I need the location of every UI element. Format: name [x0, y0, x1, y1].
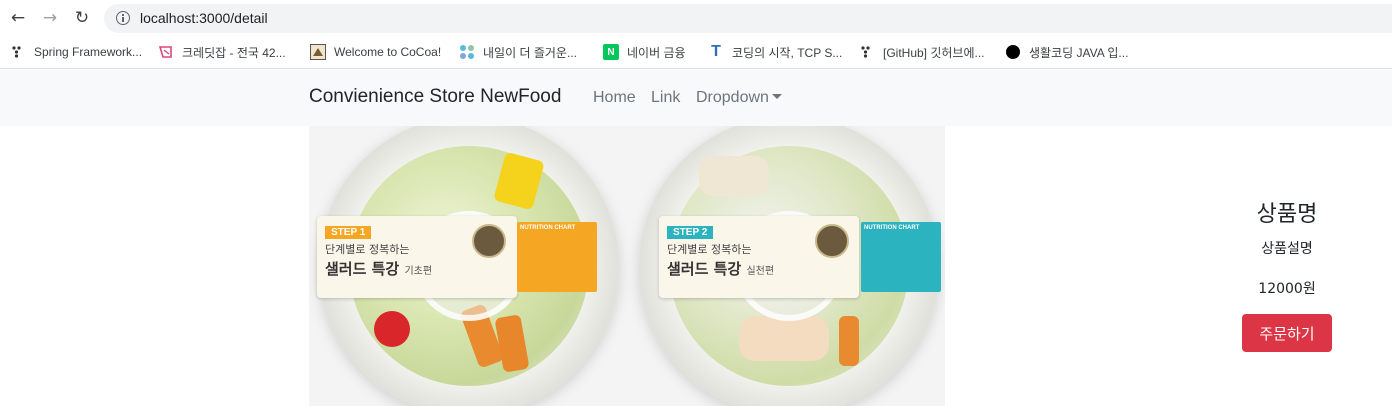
opentutorials-icon: [1005, 44, 1021, 60]
github-icon: [859, 44, 875, 60]
bookmark-tcp[interactable]: T 코딩의 시작, TCP S...: [708, 42, 842, 62]
tcp-icon: T: [711, 43, 721, 60]
step1-tag: STEP 1: [325, 226, 372, 239]
bookmark-naver[interactable]: N 네이버 금융: [603, 42, 686, 62]
address-bar[interactable]: localhost:3000/detail: [104, 4, 1392, 33]
bookmark-opentutorials[interactable]: 생활코딩 JAVA 입...: [1005, 42, 1128, 62]
nav-dropdown-toggle[interactable]: Dropdown: [696, 89, 782, 107]
nutrition-chart-2: NUTRITION CHART: [861, 222, 941, 292]
spring-icon: [10, 44, 26, 60]
product-image: STEP 1 단계별로 정복하는 샐러드 특강 기초편 NUTRITION CH…: [309, 126, 945, 406]
bookmark-label: Spring Framework...: [34, 45, 143, 59]
forward-arrow-icon[interactable]: →: [40, 8, 60, 28]
seal-icon: [815, 224, 849, 258]
bookmark-spring[interactable]: Spring Framework...: [10, 42, 142, 62]
step2-tag: STEP 2: [667, 226, 714, 239]
bookmark-label: 생활코딩 JAVA 입...: [1029, 45, 1129, 60]
bookmark-cocoa[interactable]: Welcome to CoCoa!: [310, 42, 441, 62]
product-name: 상품명: [1256, 202, 1318, 227]
bookmark-label: 크레딧잡 - 전국 42...: [182, 45, 286, 60]
bookmark-label: 코딩의 시작, TCP S...: [732, 45, 843, 60]
bookmark-kreditjob[interactable]: 크레딧잡 - 전국 42...: [158, 42, 286, 62]
bookmark-github[interactable]: [GitHub] 깃허브에...: [859, 42, 985, 62]
order-button[interactable]: 주문하기: [1242, 314, 1332, 352]
product-description: 상품설명: [1261, 241, 1313, 257]
nav-home-link[interactable]: Home: [593, 89, 636, 107]
kreditjob-icon: [158, 44, 174, 60]
cocoa-icon: [310, 44, 326, 60]
product-price: 12000원: [1258, 281, 1316, 297]
url-text[interactable]: localhost:3000/detail: [140, 10, 268, 26]
brand-link[interactable]: Convienience Store NewFood: [309, 86, 561, 108]
info-icon[interactable]: [116, 11, 130, 25]
bookmark-label: [GitHub] 깃허브에...: [883, 45, 985, 60]
browser-toolbar: ← → ↻ localhost:3000/detail: [0, 0, 1392, 36]
dropdown-label: Dropdown: [696, 89, 769, 106]
back-arrow-icon[interactable]: ←: [8, 8, 28, 28]
naver-icon: N: [603, 44, 619, 60]
bookmark-label: 내일이 더 즐거운...: [483, 45, 577, 60]
site-navbar: Convienience Store NewFood Home Link Dro…: [0, 70, 1392, 126]
caret-down-icon: [771, 94, 782, 99]
bookmark-dots[interactable]: 내일이 더 즐거운...: [459, 42, 577, 62]
nutrition-chart-1: NUTRITION CHART: [517, 222, 597, 292]
bookmark-label: Welcome to CoCoa!: [334, 45, 442, 59]
nav-link-link[interactable]: Link: [651, 89, 680, 107]
reload-icon[interactable]: ↻: [72, 8, 92, 28]
seal-icon: [472, 224, 506, 258]
dots-icon: [459, 44, 475, 60]
bookmark-label: 네이버 금융: [627, 45, 686, 60]
bookmarks-bar: Spring Framework... 크레딧잡 - 전국 42... Welc…: [0, 36, 1392, 69]
